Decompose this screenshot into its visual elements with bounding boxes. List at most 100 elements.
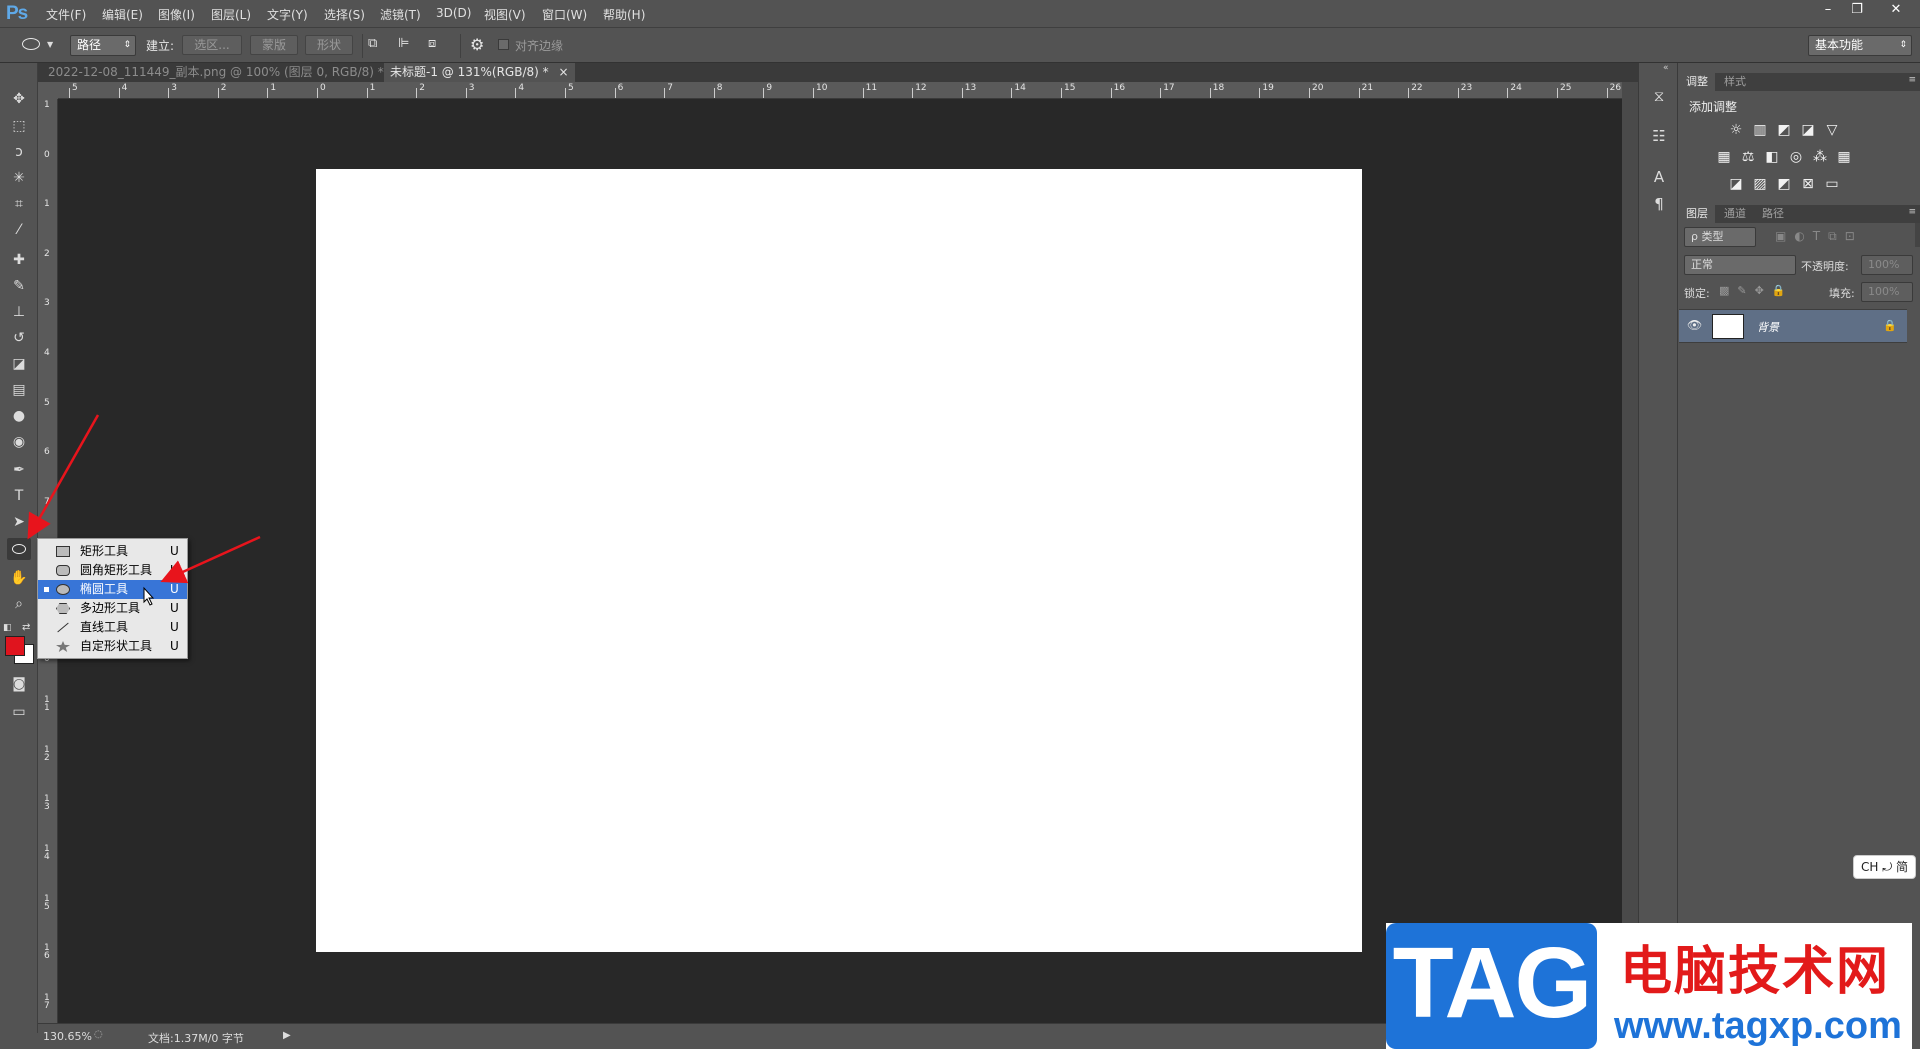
hand-tool-icon[interactable]: ✋ xyxy=(7,567,31,589)
quick-mask-icon[interactable]: ◙ xyxy=(7,673,31,695)
ruler-corner[interactable] xyxy=(38,82,58,99)
horizontral-ruler[interactable]: 5 4 3 2 1 0 1 2 3 4 5 6 7 8 9 10 11 12 13 14 15 16 17 18 19 20 21 2… xyxy=(58,82,1622,99)
tab-styles[interactable]: 样式 xyxy=(1717,73,1753,91)
make-shape-button[interactable]: 形状 xyxy=(305,35,353,55)
menu-edit[interactable]: 编辑(E) xyxy=(102,6,143,23)
menu-image[interactable]: 图像(I) xyxy=(158,6,195,23)
opacity-input[interactable]: 100% xyxy=(1861,255,1913,275)
vertical-scrollbar[interactable] xyxy=(1622,82,1638,1033)
align-edges-checkbox[interactable] xyxy=(498,39,509,50)
flyout-item-line[interactable]: 直线工具 U xyxy=(38,618,187,637)
menu-file[interactable]: 文件(F) xyxy=(46,6,86,23)
flyout-item-polygon[interactable]: 多边形工具 U xyxy=(38,599,187,618)
paragraph-panel-icon[interactable]: ¶ xyxy=(1647,193,1671,215)
minimize-button[interactable]: – xyxy=(1814,0,1842,20)
brightness-icon[interactable]: ☼ xyxy=(1728,123,1744,137)
gear-icon[interactable]: ⚙ xyxy=(470,35,484,54)
panel-menu-icon[interactable]: ≡ xyxy=(1908,75,1916,85)
fill-input[interactable]: 100% xyxy=(1861,282,1913,302)
vibrance-icon[interactable]: ▽ xyxy=(1824,123,1840,137)
hue-saturation-icon[interactable]: ▦ xyxy=(1716,150,1732,164)
curves-icon[interactable]: ◩ xyxy=(1776,123,1792,137)
close-icon[interactable]: × xyxy=(558,65,568,79)
flyout-item-ellipse[interactable]: 椭圆工具 U xyxy=(38,580,187,599)
blend-mode-select[interactable]: 正常 xyxy=(1684,255,1796,275)
workspace-select[interactable]: 基本功能 ⇕ xyxy=(1808,35,1912,56)
blur-tool-icon[interactable]: ● xyxy=(7,405,31,427)
properties-panel-icon[interactable]: ☷ xyxy=(1647,125,1671,147)
ellipse-tool-icon[interactable] xyxy=(7,538,31,560)
menu-select[interactable]: 选择(S) xyxy=(324,6,365,23)
restore-button[interactable]: ❐ xyxy=(1843,0,1871,20)
menu-3d[interactable]: 3D(D) xyxy=(436,6,471,20)
path-operations-icon[interactable]: ⧉ xyxy=(368,36,384,52)
tab-layers[interactable]: 图层 xyxy=(1679,205,1715,223)
panel-menu-icon[interactable]: ≡ xyxy=(1908,207,1916,217)
levels-icon[interactable]: ▥ xyxy=(1752,123,1768,137)
menu-view[interactable]: 视图(V) xyxy=(484,6,526,23)
history-brush-icon[interactable]: ↺ xyxy=(7,327,31,349)
move-tool-icon[interactable]: ✥ xyxy=(7,88,31,110)
menu-type[interactable]: 文字(Y) xyxy=(267,6,308,23)
black-white-icon[interactable]: ◧ xyxy=(1764,150,1780,164)
zoom-tool-icon[interactable]: ⌕ xyxy=(7,593,31,615)
layer-filter-select[interactable]: ρ 类型 xyxy=(1684,227,1756,247)
zoom-level[interactable]: 130.65% xyxy=(43,1030,92,1043)
swap-colors-icon[interactable]: ⇄ xyxy=(22,622,30,633)
photo-filter-icon[interactable]: ◎ xyxy=(1788,150,1804,164)
tab-adjustments[interactable]: 调整 xyxy=(1679,73,1715,91)
lasso-tool-icon[interactable]: ↄ xyxy=(7,141,31,163)
foreground-color-swatch[interactable] xyxy=(5,636,25,656)
menu-window[interactable]: 窗口(W) xyxy=(542,6,587,23)
invert-icon[interactable]: ◪ xyxy=(1728,177,1744,191)
make-selection-button[interactable]: 选区... xyxy=(182,35,242,55)
tab-paths[interactable]: 路径 xyxy=(1755,205,1791,223)
path-arrangement-icon[interactable]: ⧈ xyxy=(428,36,448,52)
magic-wand-icon[interactable]: ✳ xyxy=(7,167,31,189)
ime-indicator[interactable]: CH ⤾ 简 xyxy=(1853,855,1916,879)
path-selection-icon[interactable]: ➤ xyxy=(7,511,31,533)
channel-mixer-icon[interactable]: ⁂ xyxy=(1812,150,1828,164)
document-canvas[interactable] xyxy=(316,169,1362,952)
history-panel-icon[interactable]: ⧖ xyxy=(1647,85,1671,107)
layer-name[interactable]: 背景 xyxy=(1757,319,1779,335)
type-tool-icon[interactable]: T xyxy=(7,485,31,507)
gradient-tool-icon[interactable]: ▤ xyxy=(7,379,31,401)
layer-row-background[interactable]: 👁 背景 🔒 xyxy=(1679,309,1907,343)
exposure-icon[interactable]: ◪ xyxy=(1800,123,1816,137)
tool-mode-select[interactable]: 路径 ⇕ xyxy=(70,35,136,56)
make-mask-button[interactable]: 蒙版 xyxy=(250,35,298,55)
lock-options-icons[interactable]: ▩✎✥🔒 xyxy=(1719,284,1794,297)
dodge-tool-icon[interactable]: ◉ xyxy=(7,431,31,453)
tab-document-1[interactable]: 2022-12-08_111449_副本.png @ 100% (图层 0, R… xyxy=(42,63,410,82)
menu-layer[interactable]: 图层(L) xyxy=(211,6,251,23)
color-lookup-icon[interactable]: ▦ xyxy=(1836,150,1852,164)
tab-channels[interactable]: 通道 xyxy=(1717,205,1753,223)
stamp-tool-icon[interactable]: ⊥ xyxy=(7,301,31,323)
menu-help[interactable]: 帮助(H) xyxy=(603,6,645,23)
posterize-icon[interactable]: ▨ xyxy=(1752,177,1768,191)
flyout-item-custom-shape[interactable]: 自定形状工具 U xyxy=(38,637,187,656)
crop-tool-icon[interactable]: ⌗ xyxy=(7,193,31,215)
character-panel-icon[interactable]: A xyxy=(1647,166,1671,188)
screen-mode-icon[interactable]: ▭ xyxy=(7,701,31,723)
selective-color-icon[interactable]: ⊠ xyxy=(1800,177,1816,191)
tab-document-2[interactable]: 未标题-1 @ 131%(RGB/8) * × xyxy=(384,63,575,82)
pen-tool-icon[interactable]: ✒ xyxy=(7,459,31,481)
panel-scrollbar[interactable] xyxy=(1915,223,1920,247)
eye-icon[interactable]: 👁 xyxy=(1687,318,1702,332)
eraser-tool-icon[interactable]: ◪ xyxy=(7,353,31,375)
close-window-button[interactable]: ✕ xyxy=(1878,0,1914,20)
color-balance-icon[interactable]: ⚖ xyxy=(1740,150,1756,164)
status-menu-arrow-icon[interactable]: ▶ xyxy=(283,1030,291,1041)
flyout-item-rectangle[interactable]: 矩形工具 U xyxy=(38,542,187,561)
healing-brush-icon[interactable]: ✚ xyxy=(7,249,31,271)
ellipse-tool-preset-icon[interactable] xyxy=(22,38,40,50)
menu-filter[interactable]: 滤镜(T) xyxy=(380,6,421,23)
gradient-map-icon[interactable]: ▭ xyxy=(1824,177,1840,191)
default-colors-icon[interactable]: ◧ xyxy=(3,623,13,633)
flyout-item-rounded-rectangle[interactable]: 圆角矩形工具 U xyxy=(38,561,187,580)
marquee-tool-icon[interactable]: ⬚ xyxy=(7,115,31,137)
layer-filter-icons[interactable]: ▣◐T⧉⊡ xyxy=(1775,229,1863,244)
path-alignment-icon[interactable]: ⊫ xyxy=(398,36,414,52)
